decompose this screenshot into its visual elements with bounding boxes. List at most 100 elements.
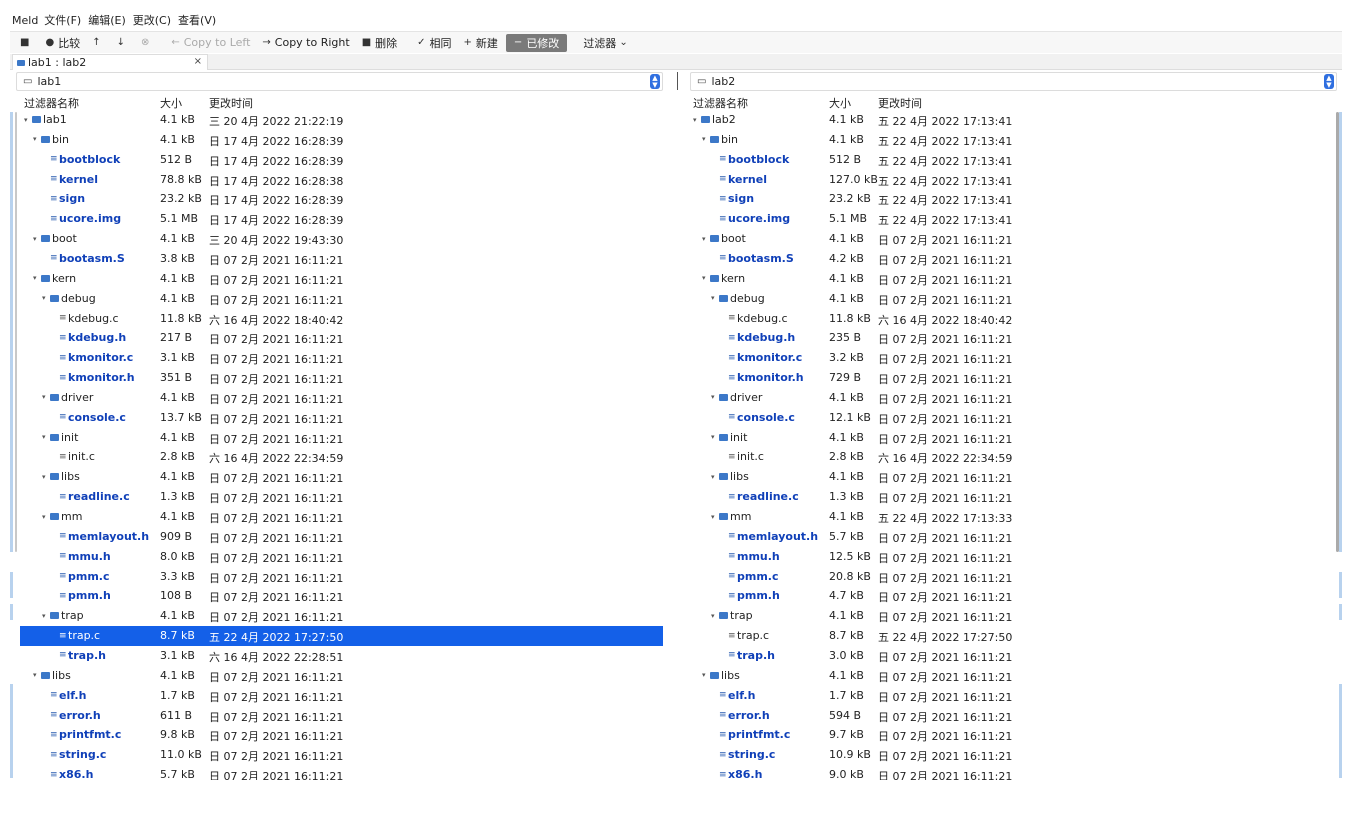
expander-icon[interactable]: ▾ (711, 433, 719, 441)
tree-row-file[interactable]: ≡ console.c 12.1 kB 日 07 2月 2021 16:11:21 (689, 408, 1329, 428)
left-path-selector[interactable]: ▭ lab1 ▲ ▼ (16, 72, 663, 91)
expander-icon[interactable]: ▾ (33, 671, 41, 679)
expander-icon[interactable]: ▾ (42, 612, 50, 620)
left-scrollbar[interactable] (15, 112, 17, 552)
tree-row-folder[interactable]: ▾ init 4.1 kB 日 07 2月 2021 16:11:21 (689, 428, 1329, 448)
expander-icon[interactable]: ▾ (42, 473, 50, 481)
right-path-selector[interactable]: ▭ lab2 ▲ ▼ (690, 72, 1337, 91)
expander-icon[interactable]: ▾ (42, 294, 50, 302)
tree-row-file[interactable]: ≡ trap.h 3.1 kB 六 16 4月 2022 22:28:51 (20, 646, 663, 666)
new-filter-button[interactable]: + 新建 (460, 34, 502, 52)
column-name-header[interactable]: 过滤器名称 (693, 95, 748, 111)
tree-row-file[interactable]: ≡ string.c 10.9 kB 日 07 2月 2021 16:11:21 (689, 745, 1329, 765)
tree-row-folder[interactable]: ▾ trap 4.1 kB 日 07 2月 2021 16:11:21 (20, 606, 663, 626)
expander-icon[interactable]: ▾ (702, 135, 710, 143)
tree-row-file[interactable]: ≡ kmonitor.h 351 B 日 07 2月 2021 16:11:21 (20, 368, 663, 388)
tree-row-folder[interactable]: ▾ driver 4.1 kB 日 07 2月 2021 16:11:21 (689, 388, 1329, 408)
tree-row-file[interactable]: ≡ pmm.c 3.3 kB 日 07 2月 2021 16:11:21 (20, 567, 663, 587)
column-mtime-header[interactable]: 更改时间 (878, 95, 922, 111)
tree-row-file[interactable]: ≡ kmonitor.c 3.2 kB 日 07 2月 2021 16:11:21 (689, 348, 1329, 368)
delete-button[interactable]: ■ 删除 (358, 34, 401, 52)
tree-row-file[interactable]: ≡ bootblock 512 B 日 17 4月 2022 16:28:39 (20, 150, 663, 170)
tree-row-folder[interactable]: ▾ libs 4.1 kB 日 07 2月 2021 16:11:21 (689, 467, 1329, 487)
column-name-header[interactable]: 过滤器名称 (24, 95, 79, 111)
right-file-tree[interactable]: 过滤器名称 大小 更改时间 ▾ lab2 4.1 kB 五 22 4月 2022 17… (689, 94, 1329, 780)
tree-row-folder[interactable]: ▾ mm 4.1 kB 日 07 2月 2021 16:11:21 (20, 507, 663, 527)
expander-icon[interactable]: ▾ (693, 116, 701, 124)
tree-row-folder[interactable]: ▾ lab2 4.1 kB 五 22 4月 2022 17:13:41 (689, 110, 1329, 130)
tree-row-file[interactable]: ≡ kmonitor.h 729 B 日 07 2月 2021 16:11:21 (689, 368, 1329, 388)
expander-icon[interactable]: ▾ (711, 473, 719, 481)
tree-row-file[interactable]: ≡ trap.h 3.0 kB 日 07 2月 2021 16:11:21 (689, 646, 1329, 666)
tree-row-file[interactable]: ≡ bootasm.S 3.8 kB 日 07 2月 2021 16:11:21 (20, 249, 663, 269)
copy-right-button[interactable]: → Copy to Right (258, 34, 353, 52)
expander-icon[interactable]: ▾ (711, 612, 719, 620)
tree-row-file[interactable]: ≡ string.c 11.0 kB 日 07 2月 2021 16:11:21 (20, 745, 663, 765)
left-file-tree[interactable]: 过滤器名称 大小 更改时间 ▾ lab1 4.1 kB 三 20 4月 2022 21… (20, 94, 663, 780)
expander-icon[interactable]: ▾ (702, 235, 710, 243)
expander-icon[interactable]: ▾ (33, 235, 41, 243)
tree-row-folder[interactable]: ▾ driver 4.1 kB 日 07 2月 2021 16:11:21 (20, 388, 663, 408)
expander-icon[interactable]: ▾ (711, 513, 719, 521)
tree-row-file[interactable]: ≡ ucore.img 5.1 MB 日 17 4月 2022 16:28:39 (20, 209, 663, 229)
menu-changes[interactable]: 更改(C) (133, 12, 171, 28)
menu-file[interactable]: 文件(F) (44, 12, 81, 28)
tree-row-file[interactable]: ≡ kdebug.c 11.8 kB 六 16 4月 2022 18:40:42 (689, 309, 1329, 329)
expander-icon[interactable]: ▾ (702, 274, 710, 282)
tree-row-file[interactable]: ≡ kmonitor.c 3.1 kB 日 07 2月 2021 16:11:21 (20, 348, 663, 368)
tree-row-file[interactable]: ≡ x86.h 5.7 kB 日 07 2月 2021 16:11:21 (20, 765, 663, 780)
tree-row-file[interactable]: ≡ printfmt.c 9.8 kB 日 07 2月 2021 16:11:21 (20, 725, 663, 745)
menu-view[interactable]: 查看(V) (178, 12, 216, 28)
tree-row-folder[interactable]: ▾ bin 4.1 kB 日 17 4月 2022 16:28:39 (20, 130, 663, 150)
tree-row-folder[interactable]: ▾ libs 4.1 kB 日 07 2月 2021 16:11:21 (20, 666, 663, 686)
tree-row-file[interactable]: ≡ kdebug.c 11.8 kB 六 16 4月 2022 18:40:42 (20, 309, 663, 329)
same-filter-button[interactable]: ✓ 相同 (413, 34, 455, 52)
filter-dropdown[interactable]: 过滤器 ⌄ (579, 34, 631, 52)
tree-row-file[interactable]: ≡ printfmt.c 9.7 kB 日 07 2月 2021 16:11:21 (689, 725, 1329, 745)
tree-row-folder[interactable]: ▾ libs 4.1 kB 日 07 2月 2021 16:11:21 (689, 666, 1329, 686)
tree-row-file[interactable]: ≡ error.h 611 B 日 07 2月 2021 16:11:21 (20, 706, 663, 726)
tree-row-file[interactable]: ≡ readline.c 1.3 kB 日 07 2月 2021 16:11:21 (20, 487, 663, 507)
new-compare-button[interactable]: ■ (16, 34, 37, 52)
stop-button[interactable]: ⊗ (137, 34, 157, 52)
tree-row-folder[interactable]: ▾ kern 4.1 kB 日 07 2月 2021 16:11:21 (20, 269, 663, 289)
expander-icon[interactable]: ▾ (702, 671, 710, 679)
tree-row-folder[interactable]: ▾ boot 4.1 kB 三 20 4月 2022 19:43:30 (20, 229, 663, 249)
tree-row-file[interactable]: ≡ memlayout.h 909 B 日 07 2月 2021 16:11:21 (20, 527, 663, 547)
tree-row-folder[interactable]: ▾ debug 4.1 kB 日 07 2月 2021 16:11:21 (689, 289, 1329, 309)
tree-row-folder[interactable]: ▾ boot 4.1 kB 日 07 2月 2021 16:11:21 (689, 229, 1329, 249)
tree-row-file[interactable]: ≡ init.c 2.8 kB 六 16 4月 2022 22:34:59 (689, 447, 1329, 467)
tree-row-file[interactable]: ≡ kernel 78.8 kB 日 17 4月 2022 16:28:38 (20, 170, 663, 190)
tree-row-folder[interactable]: ▾ kern 4.1 kB 日 07 2月 2021 16:11:21 (689, 269, 1329, 289)
expander-icon[interactable]: ▾ (33, 135, 41, 143)
tree-row-file[interactable]: ≡ pmm.c 20.8 kB 日 07 2月 2021 16:11:21 (689, 567, 1329, 587)
modified-filter-button[interactable]: − 已修改 (505, 33, 568, 52)
tree-row-file[interactable]: ≡ trap.c 8.7 kB 五 22 4月 2022 17:27:50 (689, 626, 1329, 646)
tree-row-file[interactable]: ≡ kdebug.h 217 B 日 07 2月 2021 16:11:21 (20, 328, 663, 348)
tree-row-file[interactable]: ≡ bootasm.S 4.2 kB 日 07 2月 2021 16:11:21 (689, 249, 1329, 269)
prev-change-button[interactable]: ↑ (88, 34, 108, 52)
tree-row-file[interactable]: ≡ sign 23.2 kB 五 22 4月 2022 17:13:41 (689, 189, 1329, 209)
tree-row-folder[interactable]: ▾ libs 4.1 kB 日 07 2月 2021 16:11:21 (20, 467, 663, 487)
tree-row-file[interactable]: ≡ readline.c 1.3 kB 日 07 2月 2021 16:11:21 (689, 487, 1329, 507)
expander-icon[interactable]: ▾ (33, 274, 41, 282)
tab-lab1-lab2[interactable]: lab1 : lab2 × (12, 54, 208, 70)
compare-button[interactable]: ● 比较 (41, 34, 84, 52)
tree-row-file[interactable]: ≡ error.h 594 B 日 07 2月 2021 16:11:21 (689, 706, 1329, 726)
tree-row-file[interactable]: ≡ ucore.img 5.1 MB 五 22 4月 2022 17:13:41 (689, 209, 1329, 229)
tree-row-file[interactable]: ≡ bootblock 512 B 五 22 4月 2022 17:13:41 (689, 150, 1329, 170)
column-size-header[interactable]: 大小 (829, 95, 851, 111)
tree-row-file[interactable]: ≡ init.c 2.8 kB 六 16 4月 2022 22:34:59 (20, 447, 663, 467)
tree-row-file[interactable]: ≡ pmm.h 108 B 日 07 2月 2021 16:11:21 (20, 586, 663, 606)
copy-left-button[interactable]: ← Copy to Left (167, 34, 254, 52)
close-icon[interactable]: × (194, 56, 202, 67)
expander-icon[interactable]: ▾ (42, 393, 50, 401)
tree-row-file[interactable]: ≡ trap.c 8.7 kB 五 22 4月 2022 17:27:50 (20, 626, 663, 647)
tree-row-file[interactable]: ≡ console.c 13.7 kB 日 07 2月 2021 16:11:21 (20, 408, 663, 428)
column-mtime-header[interactable]: 更改时间 (209, 95, 253, 111)
tree-row-file[interactable]: ≡ mmu.h 8.0 kB 日 07 2月 2021 16:11:21 (20, 547, 663, 567)
tree-row-file[interactable]: ≡ sign 23.2 kB 日 17 4月 2022 16:28:39 (20, 189, 663, 209)
tree-row-file[interactable]: ≡ memlayout.h 5.7 kB 日 07 2月 2021 16:11:21 (689, 527, 1329, 547)
up-down-icon[interactable]: ▲ ▼ (650, 74, 660, 89)
tree-row-file[interactable]: ≡ x86.h 9.0 kB 日 07 2月 2021 16:11:21 (689, 765, 1329, 780)
